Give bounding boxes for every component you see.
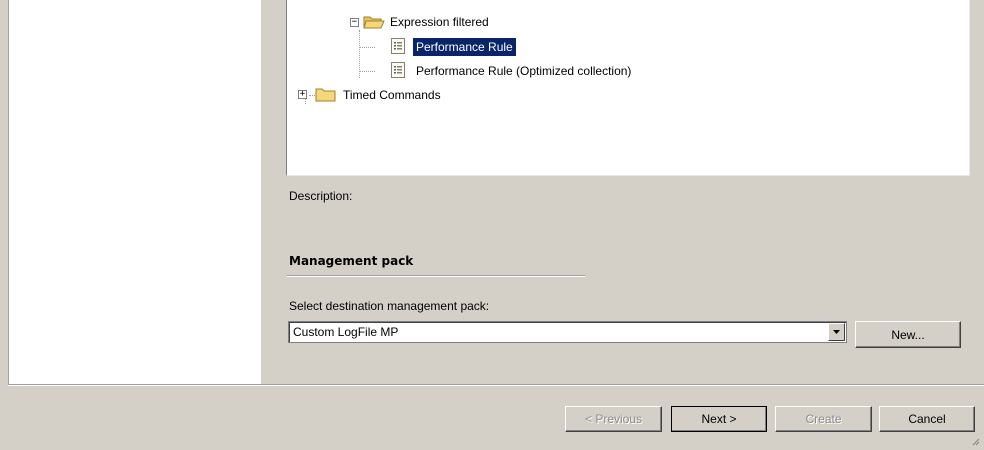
new-management-pack-button[interactable]: New... bbox=[855, 321, 961, 348]
tree-item-timed-commands[interactable]: Timed Commands bbox=[340, 85, 444, 105]
open-folder-icon bbox=[363, 16, 385, 29]
left-navigation-pane bbox=[8, 0, 261, 384]
tree-item-expression-filtered[interactable]: Expression filtered bbox=[387, 12, 492, 32]
tree-item-label: Timed Commands bbox=[343, 88, 441, 102]
management-pack-heading: Management pack bbox=[289, 254, 414, 268]
collapse-icon[interactable]: − bbox=[350, 18, 359, 27]
rule-type-tree[interactable]: − Expression filtered Performance Rule P… bbox=[286, 0, 970, 176]
description-label: Description: bbox=[289, 189, 353, 203]
select-management-pack-label: Select destination management pack: bbox=[289, 299, 490, 313]
tree-connector-line bbox=[359, 47, 375, 48]
rule-icon bbox=[391, 38, 405, 54]
chevron-down-icon bbox=[833, 330, 840, 334]
next-button[interactable]: Next > bbox=[671, 406, 767, 432]
management-pack-select[interactable]: Custom LogFile MP bbox=[288, 321, 847, 343]
tree-item-label: Expression filtered bbox=[390, 15, 489, 29]
create-button[interactable]: Create bbox=[775, 406, 872, 432]
folder-icon bbox=[315, 88, 336, 102]
tree-connector-line bbox=[359, 71, 375, 72]
previous-button[interactable]: < Previous bbox=[565, 406, 662, 432]
rule-icon bbox=[391, 62, 405, 78]
tree-item-label: Performance Rule (Optimized collection) bbox=[416, 64, 632, 78]
section-divider bbox=[287, 275, 585, 277]
dropdown-arrow-button[interactable] bbox=[828, 323, 845, 341]
resize-grip-icon[interactable] bbox=[972, 438, 980, 446]
tree-item-performance-rule-optimized[interactable]: Performance Rule (Optimized collection) bbox=[413, 61, 634, 81]
management-pack-select-value: Custom LogFile MP bbox=[293, 325, 399, 339]
expand-icon[interactable]: + bbox=[298, 90, 307, 99]
cancel-button[interactable]: Cancel bbox=[879, 406, 975, 432]
tree-item-label: Performance Rule bbox=[413, 38, 516, 56]
tree-item-performance-rule[interactable]: Performance Rule bbox=[413, 37, 516, 57]
